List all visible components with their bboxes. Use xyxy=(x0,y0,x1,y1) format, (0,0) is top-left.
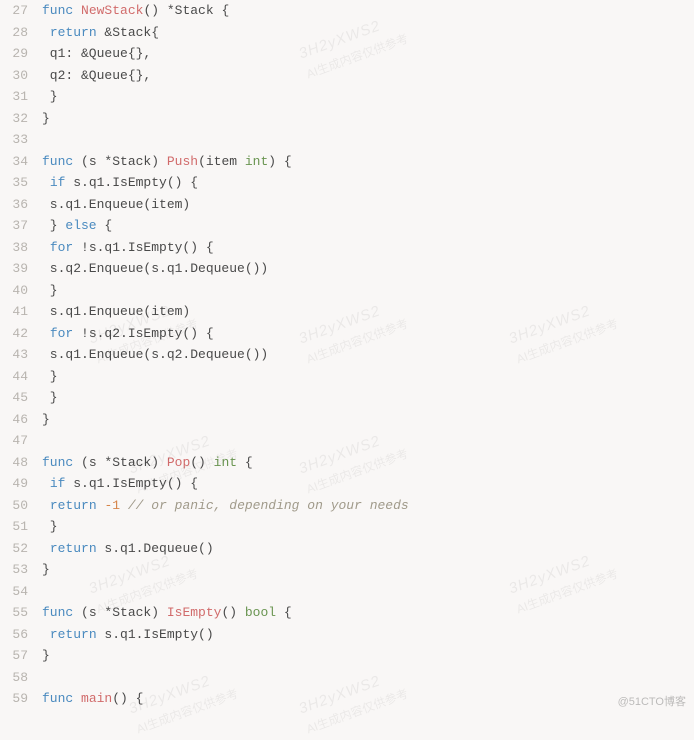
code-line: q1: &Queue{}, xyxy=(42,43,694,65)
code-line: } xyxy=(42,559,694,581)
line-number: 43 xyxy=(0,344,28,366)
code-line: s.q1.Enqueue(item) xyxy=(42,301,694,323)
code-line: } else { xyxy=(42,215,694,237)
code-line: for !s.q1.IsEmpty() { xyxy=(42,237,694,259)
code-line: func NewStack() *Stack { xyxy=(42,0,694,22)
code-line: } xyxy=(42,280,694,302)
code-line xyxy=(42,129,694,151)
code-line: func (s *Stack) IsEmpty() bool { xyxy=(42,602,694,624)
line-number: 35 xyxy=(0,172,28,194)
code-line xyxy=(42,667,694,689)
code-line: s.q2.Enqueue(s.q1.Dequeue()) xyxy=(42,258,694,280)
line-number: 49 xyxy=(0,473,28,495)
line-number: 51 xyxy=(0,516,28,538)
line-number: 52 xyxy=(0,538,28,560)
line-number: 50 xyxy=(0,495,28,517)
line-number: 29 xyxy=(0,43,28,65)
line-number: 44 xyxy=(0,366,28,388)
line-number: 58 xyxy=(0,667,28,689)
line-number: 47 xyxy=(0,430,28,452)
code-line: for !s.q2.IsEmpty() { xyxy=(42,323,694,345)
code-line: } xyxy=(42,366,694,388)
code-line: } xyxy=(42,108,694,130)
code-line: } xyxy=(42,516,694,538)
line-number: 33 xyxy=(0,129,28,151)
code-line: q2: &Queue{}, xyxy=(42,65,694,87)
line-number: 37 xyxy=(0,215,28,237)
line-number: 38 xyxy=(0,237,28,259)
line-number: 34 xyxy=(0,151,28,173)
line-number: 57 xyxy=(0,645,28,667)
line-number: 48 xyxy=(0,452,28,474)
line-number: 32 xyxy=(0,108,28,130)
code-line: } xyxy=(42,86,694,108)
line-number: 54 xyxy=(0,581,28,603)
code-line: if s.q1.IsEmpty() { xyxy=(42,172,694,194)
line-number: 46 xyxy=(0,409,28,431)
code-line xyxy=(42,430,694,452)
code-line: s.q1.Enqueue(s.q2.Dequeue()) xyxy=(42,344,694,366)
line-number: 31 xyxy=(0,86,28,108)
line-number: 45 xyxy=(0,387,28,409)
line-number: 30 xyxy=(0,65,28,87)
code-line: func main() { xyxy=(42,688,694,710)
line-number: 56 xyxy=(0,624,28,646)
line-number: 28 xyxy=(0,22,28,44)
code-line: } xyxy=(42,409,694,431)
code-line: s.q1.Enqueue(item) xyxy=(42,194,694,216)
code-line: } xyxy=(42,645,694,667)
line-number: 36 xyxy=(0,194,28,216)
code-line: func (s *Stack) Push(item int) { xyxy=(42,151,694,173)
line-number: 42 xyxy=(0,323,28,345)
code-line xyxy=(42,581,694,603)
code-content: func NewStack() *Stack { return &Stack{ … xyxy=(38,0,694,717)
line-number: 40 xyxy=(0,280,28,302)
line-number-gutter: 2728293031323334353637383940414243444546… xyxy=(0,0,38,717)
code-line: if s.q1.IsEmpty() { xyxy=(42,473,694,495)
line-number: 39 xyxy=(0,258,28,280)
line-number: 41 xyxy=(0,301,28,323)
line-number: 59 xyxy=(0,688,28,710)
code-line: return s.q1.IsEmpty() xyxy=(42,624,694,646)
code-block: 2728293031323334353637383940414243444546… xyxy=(0,0,694,717)
code-line: func (s *Stack) Pop() int { xyxy=(42,452,694,474)
line-number: 55 xyxy=(0,602,28,624)
code-line: } xyxy=(42,387,694,409)
code-line: return s.q1.Dequeue() xyxy=(42,538,694,560)
code-line: return &Stack{ xyxy=(42,22,694,44)
line-number: 53 xyxy=(0,559,28,581)
line-number: 27 xyxy=(0,0,28,22)
code-line: return -1 // or panic, depending on your… xyxy=(42,495,694,517)
credit-label: @51CTO博客 xyxy=(618,692,686,714)
